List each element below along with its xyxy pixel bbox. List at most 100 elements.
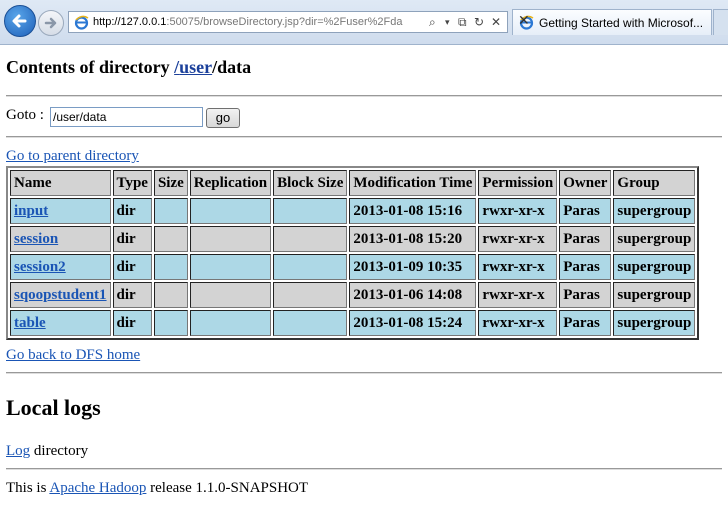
cell-block-size bbox=[273, 310, 348, 336]
goto-input[interactable] bbox=[50, 107, 203, 127]
col-size: Size bbox=[153, 170, 188, 196]
dir-link-sqoopstudent1[interactable]: sqoopstudent1 bbox=[14, 287, 107, 303]
dir-link-session2[interactable]: session2 bbox=[14, 259, 66, 275]
divider bbox=[6, 372, 722, 374]
cell-mtime: 2013-01-09 10:35 bbox=[349, 254, 477, 280]
cell-group: supergroup bbox=[613, 198, 696, 224]
cell-mtime: 2013-01-08 15:16 bbox=[349, 198, 477, 224]
new-tab-button[interactable] bbox=[713, 9, 728, 35]
col-block-size: Block Size bbox=[273, 170, 348, 196]
url-host: http://127.0.0.1 bbox=[93, 16, 167, 28]
col-name: Name bbox=[10, 170, 111, 196]
cell-type: dir bbox=[112, 310, 152, 336]
cell-name: input bbox=[10, 198, 111, 224]
table-row: input dir 2013-01-08 15:16 rwxr-xr-x Par… bbox=[10, 198, 696, 224]
cell-permission: rwxr-xr-x bbox=[478, 198, 558, 224]
cell-size bbox=[153, 254, 188, 280]
cell-permission: rwxr-xr-x bbox=[478, 282, 558, 308]
divider bbox=[6, 468, 722, 470]
cell-replication bbox=[189, 226, 272, 252]
apache-hadoop-link[interactable]: Apache Hadoop bbox=[49, 480, 146, 496]
address-bar[interactable]: http://127.0.0.1:50075/browseDirectory.j… bbox=[68, 11, 508, 33]
cell-block-size bbox=[273, 254, 348, 280]
cell-size bbox=[153, 198, 188, 224]
user-dir-link[interactable]: user bbox=[179, 57, 212, 77]
col-modification-time: Modification Time bbox=[349, 170, 477, 196]
table-row: table dir 2013-01-08 15:24 rwxr-xr-x Par… bbox=[10, 310, 696, 336]
cell-block-size bbox=[273, 282, 348, 308]
title-prefix: Contents of directory bbox=[6, 57, 175, 77]
cell-name: session2 bbox=[10, 254, 111, 280]
cell-mtime: 2013-01-08 15:20 bbox=[349, 226, 477, 252]
cell-type: dir bbox=[112, 254, 152, 280]
browser-toolbar: http://127.0.0.1:50075/browseDirectory.j… bbox=[0, 0, 728, 45]
ie-page-icon bbox=[74, 15, 89, 30]
cell-type: dir bbox=[112, 282, 152, 308]
cell-mtime: 2013-01-08 15:24 bbox=[349, 310, 477, 336]
back-button[interactable] bbox=[4, 5, 36, 37]
cell-replication bbox=[189, 198, 272, 224]
cell-size bbox=[153, 310, 188, 336]
url-path: :50075/browseDirectory.jsp?dir=%2Fuser%2… bbox=[166, 16, 403, 28]
cell-permission: rwxr-xr-x bbox=[478, 254, 558, 280]
cell-group: supergroup bbox=[613, 254, 696, 280]
goto-label: Goto : bbox=[6, 107, 44, 123]
go-button[interactable]: go bbox=[206, 108, 240, 128]
log-link[interactable]: Log bbox=[6, 443, 30, 459]
cell-type: dir bbox=[112, 198, 152, 224]
tab-close-icon[interactable]: ✕ bbox=[518, 13, 530, 29]
cell-group: supergroup bbox=[613, 310, 696, 336]
cell-group: supergroup bbox=[613, 282, 696, 308]
dfs-home-link[interactable]: Go back to DFS home bbox=[6, 347, 140, 364]
cell-name: session bbox=[10, 226, 111, 252]
compat-view-icon[interactable]: ⧉ bbox=[458, 15, 467, 30]
dir-link-session[interactable]: session bbox=[14, 231, 58, 247]
cell-owner: Paras bbox=[559, 226, 612, 252]
divider bbox=[6, 95, 722, 97]
release-prefix: This is bbox=[6, 480, 50, 496]
local-logs-heading: Local logs bbox=[6, 395, 101, 420]
cell-block-size bbox=[273, 226, 348, 252]
refresh-icon[interactable]: ↻ bbox=[474, 15, 484, 29]
release-line: This is Apache Hadoop release 1.1.0-SNAP… bbox=[6, 480, 308, 497]
col-replication: Replication bbox=[189, 170, 272, 196]
tab-title: Getting Started with Microsof... bbox=[539, 16, 704, 30]
cell-owner: Paras bbox=[559, 198, 612, 224]
cell-owner: Paras bbox=[559, 254, 612, 280]
cell-block-size bbox=[273, 198, 348, 224]
dir-link-table[interactable]: table bbox=[14, 315, 46, 331]
cell-owner: Paras bbox=[559, 310, 612, 336]
col-group: Group bbox=[613, 170, 696, 196]
dropdown-icon[interactable]: ▾ bbox=[445, 18, 450, 28]
parent-directory-link[interactable]: Go to parent directory bbox=[6, 148, 139, 165]
cell-replication bbox=[189, 282, 272, 308]
back-arrow-icon bbox=[12, 14, 27, 28]
table-header-row: Name Type Size Replication Block Size Mo… bbox=[10, 170, 696, 196]
browser-tab[interactable]: Getting Started with Microsof... bbox=[512, 9, 712, 35]
cell-type: dir bbox=[112, 226, 152, 252]
dir-link-input[interactable]: input bbox=[14, 203, 48, 219]
release-suffix: release 1.1.0-SNAPSHOT bbox=[146, 480, 309, 496]
cell-permission: rwxr-xr-x bbox=[478, 226, 558, 252]
page-title: Contents of directory /user/data bbox=[6, 57, 251, 78]
table-row: session dir 2013-01-08 15:20 rwxr-xr-x P… bbox=[10, 226, 696, 252]
title-suffix: data bbox=[217, 57, 252, 77]
search-icon[interactable]: ⌕ bbox=[429, 15, 436, 30]
cell-name: table bbox=[10, 310, 111, 336]
stop-icon[interactable]: ✕ bbox=[491, 15, 501, 29]
forward-button[interactable] bbox=[38, 10, 64, 36]
cell-size bbox=[153, 226, 188, 252]
address-url[interactable]: http://127.0.0.1:50075/browseDirectory.j… bbox=[93, 16, 423, 28]
cell-owner: Paras bbox=[559, 282, 612, 308]
directory-table: Name Type Size Replication Block Size Mo… bbox=[6, 166, 700, 340]
col-permission: Permission bbox=[478, 170, 558, 196]
cell-replication bbox=[189, 310, 272, 336]
forward-arrow-icon bbox=[44, 17, 57, 29]
divider bbox=[6, 136, 722, 138]
col-owner: Owner bbox=[559, 170, 612, 196]
cell-replication bbox=[189, 254, 272, 280]
log-suffix: directory bbox=[30, 443, 89, 459]
cell-group: supergroup bbox=[613, 226, 696, 252]
cell-mtime: 2013-01-06 14:08 bbox=[349, 282, 477, 308]
table-row: session2 dir 2013-01-09 10:35 rwxr-xr-x … bbox=[10, 254, 696, 280]
